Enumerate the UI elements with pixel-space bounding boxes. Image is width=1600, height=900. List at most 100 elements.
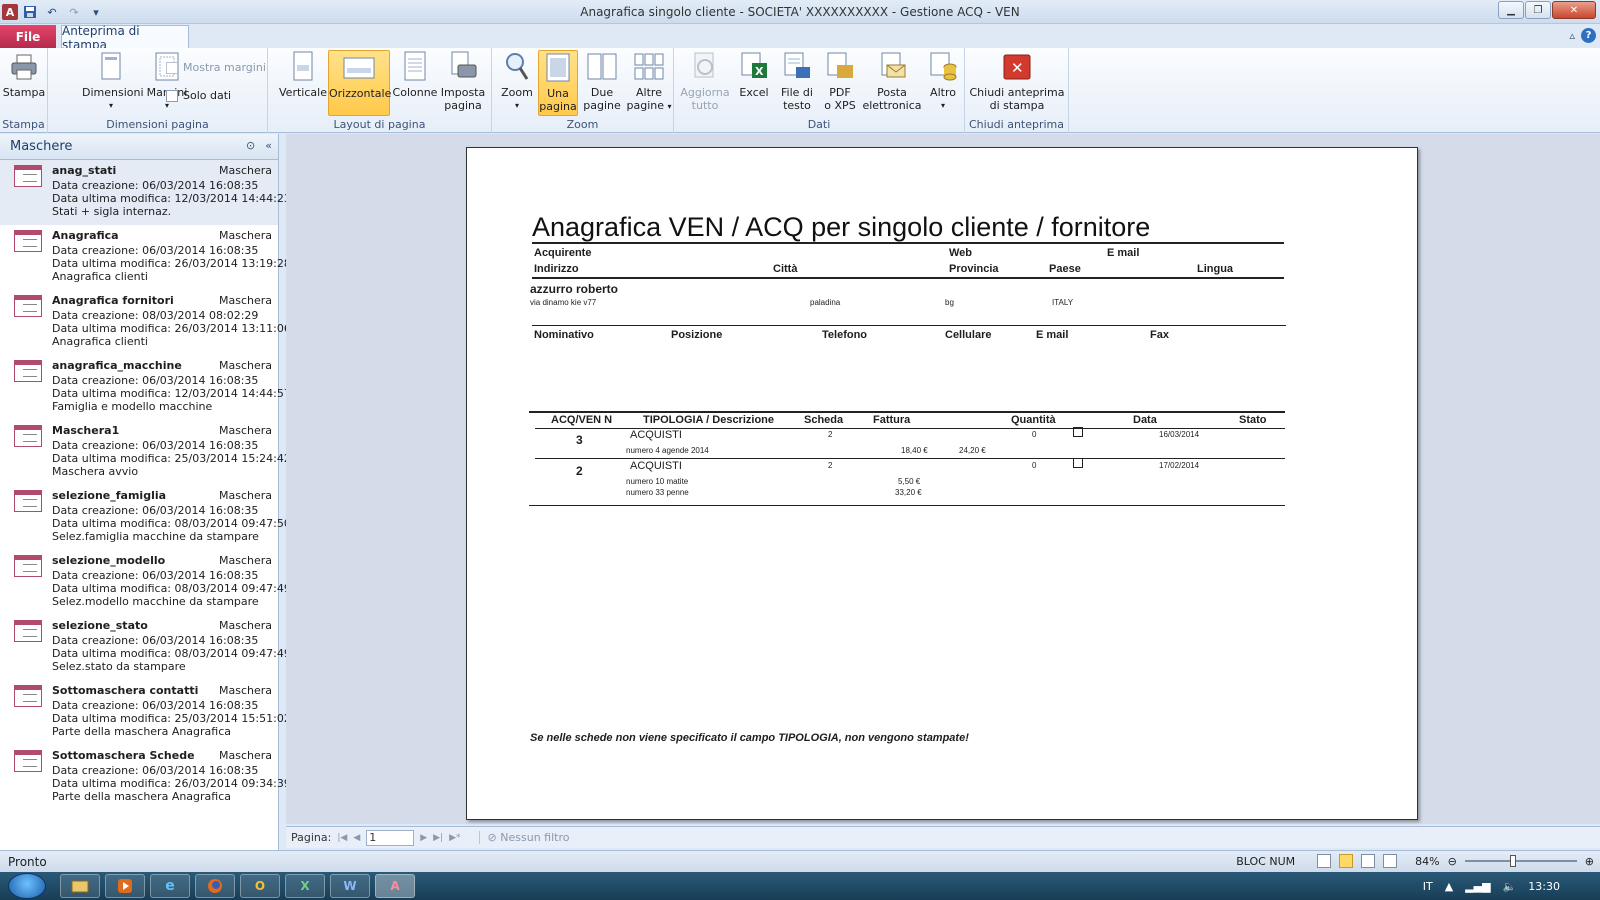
zoom-slider[interactable]: [1464, 855, 1577, 867]
layout-view-icon[interactable]: [1317, 854, 1332, 868]
zoom-out-icon[interactable]: ⊖: [1448, 855, 1457, 868]
page-setup-button[interactable]: Imposta pagina: [438, 50, 488, 116]
file-tab[interactable]: File: [0, 25, 56, 48]
minimize-button[interactable]: ▁: [1498, 1, 1524, 19]
portrait-button[interactable]: Verticale: [278, 50, 328, 116]
report-view-icon[interactable]: [1361, 854, 1376, 868]
group-dati: Aggiorna tutto X Excel File di testo PDF o …: [674, 48, 965, 133]
prev-page-icon[interactable]: ◀: [353, 833, 360, 843]
excel-export-button[interactable]: X Excel: [734, 50, 774, 116]
filter-status[interactable]: ⊘ Nessun filtro: [478, 831, 569, 844]
col-quantita: Quantità: [1011, 414, 1056, 426]
maximize-button[interactable]: ❐: [1525, 1, 1551, 19]
group-label: Dati: [807, 118, 831, 131]
landscape-button[interactable]: Orizzontale: [328, 50, 391, 116]
svg-text:✕: ✕: [1011, 59, 1024, 77]
refresh-icon: [688, 50, 722, 84]
minimize-ribbon-icon[interactable]: ▵: [1569, 29, 1575, 42]
email-export-button[interactable]: Posta elettronica: [862, 50, 922, 116]
nav-item-anagrafica-macchine[interactable]: anagrafica_macchine Maschera Data creazi…: [0, 355, 291, 420]
form-icon: [14, 230, 42, 252]
pdf-icon: [823, 50, 857, 84]
zoom-level: 84%: [1415, 854, 1440, 868]
more-pages-button[interactable]: Altre pagine ▾: [626, 50, 672, 116]
access-taskbar-icon[interactable]: A: [375, 874, 415, 898]
nav-item-anag-stati[interactable]: anag_stati Maschera Data creazione: 06/0…: [0, 160, 291, 225]
nav-item-anagrafica-fornitori[interactable]: Anagrafica fornitori Maschera Data creaz…: [0, 290, 291, 355]
header-citta: Città: [773, 263, 798, 275]
help-icon[interactable]: ?: [1581, 28, 1596, 43]
excel-icon: X: [737, 50, 771, 84]
record-scheda: 2: [828, 430, 833, 439]
nav-item-sottomaschera-schede[interactable]: Sottomaschera Schede Maschera Data creaz…: [0, 745, 291, 810]
excel-taskbar-icon[interactable]: X: [285, 874, 325, 898]
text-file-export-button[interactable]: File di testo: [776, 50, 818, 116]
zoom-in-icon[interactable]: ⊕: [1585, 855, 1594, 868]
start-button[interactable]: [8, 873, 46, 899]
word-taskbar-icon[interactable]: W: [330, 874, 370, 898]
print-preview-view-icon[interactable]: [1339, 854, 1354, 868]
one-page-button[interactable]: Una pagina: [538, 50, 578, 116]
columns-button[interactable]: Colonne: [392, 50, 438, 116]
refresh-all-button[interactable]: Aggiorna tutto: [678, 50, 732, 116]
show-hidden-icons-icon[interactable]: ▲: [1445, 880, 1453, 893]
record-data: 17/02/2014: [1159, 461, 1200, 470]
page-size-button[interactable]: Dimensioni ▾: [82, 50, 144, 116]
clock[interactable]: 13:30: [1528, 880, 1560, 893]
col-data: Data: [1133, 414, 1157, 426]
nav-item-sottomaschera-contatti[interactable]: Sottomaschera contatti Maschera Data cre…: [0, 680, 291, 745]
nav-item-maschera1[interactable]: Maschera1 Maschera Data creazione: 06/03…: [0, 420, 291, 485]
new-page-icon[interactable]: ▶*: [449, 833, 460, 843]
volume-icon[interactable]: 🔈: [1503, 880, 1517, 893]
record-tipologia: ACQUISTI: [630, 429, 682, 441]
page-number-input[interactable]: 1: [366, 829, 415, 846]
nav-item-selezione-famiglia[interactable]: selezione_famiglia Maschera Data creazio…: [0, 485, 291, 550]
divider: [529, 411, 1285, 413]
close-print-preview-button[interactable]: ✕ Chiudi anteprima di stampa: [969, 50, 1065, 116]
nav-pane-title: Maschere: [10, 139, 73, 154]
zoom-button[interactable]: Zoom ▾: [496, 50, 538, 116]
data-only-checkbox[interactable]: Solo dati: [166, 89, 231, 102]
explorer-taskbar-icon[interactable]: [60, 874, 100, 898]
nav-menu-icon[interactable]: ⊙: [246, 139, 255, 152]
form-icon: [14, 750, 42, 772]
group-zoom: Zoom ▾ Una pagina Due pagine Altre pagine ▾ …: [492, 48, 674, 133]
nav-item-selezione-modello[interactable]: selezione_modello Maschera Data creazion…: [0, 550, 291, 615]
nav-pane-header[interactable]: Maschere ⊙ «: [0, 134, 278, 160]
record-n: 3: [576, 433, 583, 447]
first-page-icon[interactable]: |◀: [337, 833, 347, 843]
status-text: Pronto: [8, 855, 47, 869]
design-view-icon[interactable]: [1383, 854, 1398, 868]
form-icon: [14, 360, 42, 382]
group-label: Stampa: [2, 118, 45, 131]
outlook-taskbar-icon[interactable]: O: [240, 874, 280, 898]
next-page-icon[interactable]: ▶: [420, 833, 427, 843]
collapse-pane-icon[interactable]: «: [265, 139, 272, 152]
media-player-taskbar-icon[interactable]: [105, 874, 145, 898]
col-scheda: Scheda: [804, 414, 844, 426]
network-icon[interactable]: ▂▄▆: [1465, 880, 1490, 893]
record-quantita: 0: [1032, 430, 1037, 439]
close-window-button[interactable]: ✕: [1552, 1, 1596, 19]
pdf-xps-export-button[interactable]: PDF o XPS: [820, 50, 860, 116]
two-pages-button[interactable]: Due pagine: [580, 50, 624, 116]
zoom-slider-thumb[interactable]: [1510, 855, 1517, 867]
nav-item-selezione-stato[interactable]: selezione_stato Maschera Data creazione:…: [0, 615, 291, 680]
printer-icon: [7, 50, 41, 84]
print-button[interactable]: Stampa: [2, 50, 46, 116]
last-page-icon[interactable]: ▶|: [433, 833, 443, 843]
nav-item-anagrafica[interactable]: Anagrafica Maschera Data creazione: 06/0…: [0, 225, 291, 290]
firefox-taskbar-icon[interactable]: [195, 874, 235, 898]
filter-icon: ⊘: [487, 831, 497, 844]
more-export-button[interactable]: Altro ▾: [924, 50, 962, 116]
print-preview-area[interactable]: Anagrafica VEN / ACQ per singolo cliente…: [286, 134, 1600, 824]
header-paese: Paese: [1049, 263, 1081, 275]
tab-anteprima-di-stampa[interactable]: Anteprima di stampa: [61, 24, 189, 52]
client-name: azzurro roberto: [530, 282, 619, 296]
client-province: bg: [945, 298, 954, 307]
internet-explorer-taskbar-icon[interactable]: e: [150, 874, 190, 898]
show-margins-checkbox[interactable]: Mostra margini: [166, 61, 266, 74]
language-indicator[interactable]: IT: [1423, 880, 1433, 893]
margins-button[interactable]: Margini▾: [142, 50, 192, 116]
page-setup-icon: [446, 50, 480, 84]
